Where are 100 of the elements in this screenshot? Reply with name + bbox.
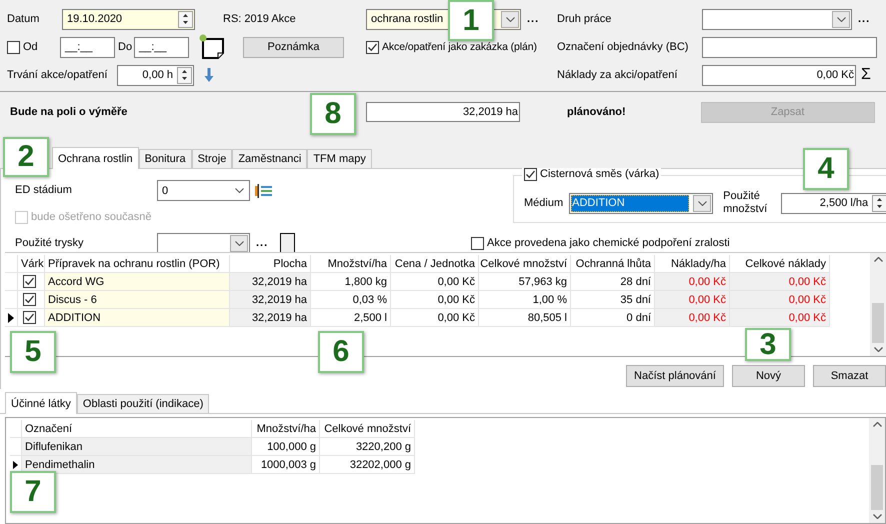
tab[interactable]: Stroje xyxy=(192,149,232,168)
checkmark-icon xyxy=(24,294,35,305)
work-type-combo[interactable] xyxy=(702,8,852,30)
table-cell: Diflufenikan xyxy=(22,438,252,456)
amount-label: Použité množství xyxy=(723,190,768,216)
dropdown-button[interactable] xyxy=(501,10,519,28)
dropdown-button[interactable] xyxy=(230,234,248,252)
note-button[interactable]: Poznámka xyxy=(243,36,344,58)
checkbox[interactable] xyxy=(524,168,537,181)
arrow-down-icon[interactable] xyxy=(204,67,214,83)
scroll-up-icon[interactable] xyxy=(872,422,882,427)
table-cell: Accord WG xyxy=(45,273,230,291)
chevron-down-icon[interactable] xyxy=(836,16,846,22)
column-header[interactable]: Náklady/ha xyxy=(655,255,730,273)
column-header[interactable]: Plocha xyxy=(230,255,311,273)
costs-label: Náklady za akci/opatření xyxy=(557,68,678,82)
more-button[interactable]: ... xyxy=(527,13,540,25)
tab[interactable]: Zaměstnanci xyxy=(232,149,308,168)
scroll-down-icon[interactable] xyxy=(872,514,882,519)
note-icon[interactable] xyxy=(199,34,227,60)
column-header[interactable]: Celkové náklady xyxy=(730,255,830,273)
column-header[interactable]: Množství/ha xyxy=(252,420,320,438)
column-header[interactable]: Celkové množství xyxy=(320,420,415,438)
table-cell: 1,00 % xyxy=(479,291,571,309)
callout-tooltip: 8 xyxy=(310,93,356,135)
action-button[interactable]: Smazat xyxy=(813,365,886,387)
action-button[interactable]: Nový xyxy=(732,365,805,387)
table-cell: 57,963 kg xyxy=(479,273,571,291)
medium-combo[interactable]: ADDITION xyxy=(569,192,714,214)
table-cell: ADDITION xyxy=(45,309,230,327)
checkbox[interactable] xyxy=(23,311,36,324)
column-header[interactable]: Přípravek na ochranu rostlin (POR) xyxy=(45,255,230,273)
checkmark-icon xyxy=(367,42,378,52)
date-field[interactable]: 19.10.2020 xyxy=(62,8,195,30)
checkbox[interactable] xyxy=(366,40,379,54)
date-label: Datum xyxy=(7,12,40,26)
chevron-down-icon[interactable] xyxy=(506,16,514,22)
order-checkbox-label: Akce/opatření jako zakázka (plán) xyxy=(382,40,537,54)
callout-tooltip: 7 xyxy=(10,471,56,513)
column-header[interactable]: Označení xyxy=(22,420,252,438)
status-text: plánováno! xyxy=(567,106,626,118)
scrollbar[interactable] xyxy=(869,418,885,523)
column-header[interactable]: Cena / Jednotka xyxy=(391,255,479,273)
color-swatch[interactable] xyxy=(280,233,296,253)
tab[interactable]: Bonitura xyxy=(138,149,192,168)
tab[interactable]: TFM mapy xyxy=(307,149,372,168)
tab[interactable]: Účinné látky xyxy=(5,392,77,414)
table-cell: 0 dní xyxy=(571,309,655,327)
column-header[interactable]: Množství/ha xyxy=(311,255,391,273)
row-header[interactable] xyxy=(5,309,18,327)
table-cell: 3220,200 g xyxy=(320,438,415,456)
order-number-field[interactable] xyxy=(702,36,877,58)
time-field[interactable]: __:__ xyxy=(60,36,115,58)
column-header[interactable]: Celkové množství xyxy=(479,255,571,273)
more-button[interactable]: ... xyxy=(858,13,870,25)
column-header[interactable]: Ochranná lhůta xyxy=(571,255,655,273)
scrollbar[interactable] xyxy=(870,253,886,356)
table-cell: 0,03 % xyxy=(311,291,391,309)
nozzles-combo[interactable] xyxy=(157,232,250,254)
table-cell: 0,00 Kč xyxy=(655,309,730,327)
checkmark-icon xyxy=(24,276,35,287)
spin-buttons[interactable] xyxy=(177,66,192,84)
spin-buttons[interactable] xyxy=(178,10,193,28)
tab[interactable]: Oblasti použití (indikace) xyxy=(76,394,210,413)
list-icon[interactable] xyxy=(255,182,273,198)
dropdown-button[interactable] xyxy=(693,194,712,212)
to-label: Do xyxy=(117,40,134,54)
ed-stage-combo[interactable]: 0 xyxy=(157,180,250,201)
spin-buttons[interactable] xyxy=(872,194,886,212)
dropdown-button[interactable] xyxy=(832,10,850,28)
duration-label: Trvání akce/opatření xyxy=(7,68,108,82)
chevron-down-icon[interactable] xyxy=(235,188,244,193)
more-button[interactable]: ... xyxy=(256,237,268,249)
from-label: Od xyxy=(23,40,39,54)
chevron-down-icon[interactable] xyxy=(698,200,707,206)
medium-label: Médium xyxy=(524,196,564,210)
checkbox[interactable] xyxy=(7,40,20,54)
table-cell: 0,00 Kč xyxy=(730,273,830,291)
checkbox[interactable] xyxy=(471,236,484,250)
amount-field[interactable]: 2,500 l/ha xyxy=(781,192,886,214)
callout-tooltip: 4 xyxy=(803,148,849,190)
scroll-down-icon[interactable] xyxy=(874,347,882,352)
table-cell: 32,2019 ha xyxy=(230,273,311,291)
column-header[interactable]: Várk xyxy=(18,255,45,273)
table-cell: 0,00 Kč xyxy=(655,291,730,309)
time-field[interactable]: __:__ xyxy=(134,36,189,58)
table-cell: 1000,003 g xyxy=(252,456,320,474)
checkbox[interactable] xyxy=(23,293,36,306)
sum-button[interactable]: Σ xyxy=(861,66,871,84)
table-cell: 0,00 Kč xyxy=(391,291,479,309)
season-label: RS: 2019 Akce xyxy=(223,12,296,26)
duration-field[interactable]: 0,00 h xyxy=(117,64,194,86)
checkbox[interactable] xyxy=(23,275,36,288)
table-cell: 100,000 g xyxy=(252,438,320,456)
chevron-down-icon[interactable] xyxy=(234,240,244,246)
tab[interactable]: Ochrana rostlin xyxy=(52,147,139,169)
scroll-up-icon[interactable] xyxy=(874,257,882,262)
action-button[interactable]: Načíst plánování xyxy=(626,365,724,387)
table-cell: 0,00 Kč xyxy=(730,309,830,327)
costs-field[interactable]: 0,00 Kč xyxy=(702,64,856,86)
